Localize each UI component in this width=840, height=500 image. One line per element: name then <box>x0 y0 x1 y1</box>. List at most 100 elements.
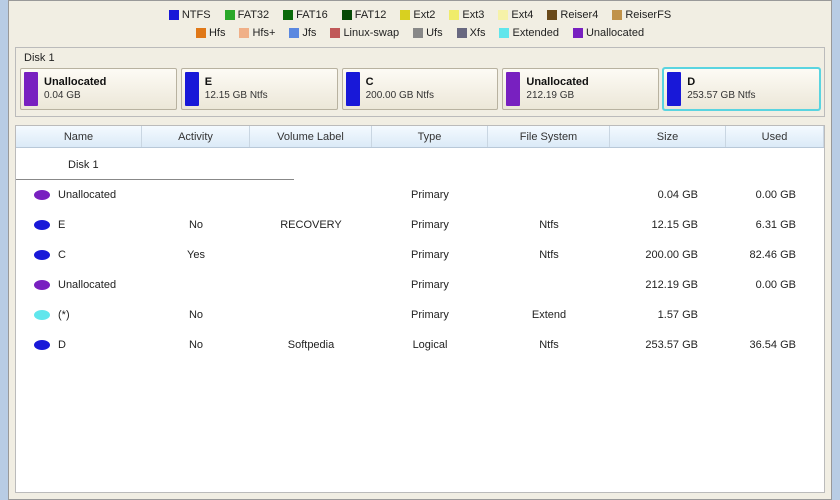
partition-title: Unallocated <box>44 76 106 89</box>
legend-swatch <box>342 10 352 20</box>
legend-item: Jfs <box>289 27 316 39</box>
table-row[interactable]: (*) No PrimaryExtend1.57 GB <box>16 300 824 330</box>
partition-card[interactable]: Unallocated0.04 GB <box>20 68 177 110</box>
legend-swatch <box>400 10 410 20</box>
disk-icon <box>34 220 50 230</box>
legend-swatch <box>225 10 235 20</box>
legend-item: Extended <box>499 27 558 39</box>
partition-color-bar <box>506 72 520 106</box>
cell-type: Primary <box>372 219 488 231</box>
legend-item: ReiserFS <box>612 9 671 21</box>
cell-used: 36.54 GB <box>726 339 824 351</box>
table-row[interactable]: CYesPrimaryNtfs200.00 GB82.46 GB <box>16 240 824 270</box>
cell-activity: No <box>142 309 250 321</box>
legend-swatch <box>239 28 249 38</box>
header-name[interactable]: Name <box>16 126 142 147</box>
legend-row-1: NTFS FAT32 FAT16 FAT12 Ext2 Ext3 Ext4 Reiser4 Re… <box>169 9 671 21</box>
disk-icon <box>34 310 50 320</box>
partition-card[interactable]: E12.15 GB Ntfs <box>181 68 338 110</box>
cell-volume-label: RECOVERY <box>250 219 372 231</box>
partition-title: Unallocated <box>526 76 588 89</box>
cell-used: 6.31 GB <box>726 219 824 231</box>
legend-label: Ext2 <box>413 9 435 21</box>
legend-item: FAT32 <box>225 9 270 21</box>
partition-card[interactable]: C200.00 GB Ntfs <box>342 68 499 110</box>
app-frame: NTFS FAT32 FAT16 FAT12 Ext2 Ext3 Ext4 Reiser4 Re… <box>8 0 832 500</box>
cell-activity: Yes <box>142 249 250 261</box>
cell-name: Unallocated <box>58 279 116 291</box>
header-size[interactable]: Size <box>610 126 726 147</box>
header-file-system[interactable]: File System <box>488 126 610 147</box>
cell-size: 200.00 GB <box>610 249 726 261</box>
header-type[interactable]: Type <box>372 126 488 147</box>
legend-label: Hfs+ <box>252 27 275 39</box>
legend-label: FAT16 <box>296 9 328 21</box>
legend-swatch <box>499 28 509 38</box>
cell-size: 253.57 GB <box>610 339 726 351</box>
legend-item: Ext2 <box>400 9 435 21</box>
table-header: Name Activity Volume Label Type File Sys… <box>16 126 824 148</box>
cell-activity: No <box>142 219 250 231</box>
table-group-row[interactable]: Disk 1 <box>16 150 294 180</box>
legend-item: Reiser4 <box>547 9 598 21</box>
legend-swatch <box>289 28 299 38</box>
cell-size: 1.57 GB <box>610 309 726 321</box>
partition-row: Unallocated0.04 GBE12.15 GB NtfsC200.00 … <box>20 68 820 110</box>
legend-label: NTFS <box>182 9 211 21</box>
disk-panel: Disk 1 Unallocated0.04 GBE12.15 GB NtfsC… <box>15 47 825 117</box>
header-volume-label[interactable]: Volume Label <box>250 126 372 147</box>
partition-title: E <box>205 76 268 89</box>
legend-item: Ufs <box>413 27 443 39</box>
cell-used: 82.46 GB <box>726 249 824 261</box>
partition-sub: 0.04 GB <box>44 90 106 102</box>
cell-type: Primary <box>372 279 488 291</box>
cell-name: (*) <box>58 309 70 321</box>
partition-color-bar <box>667 72 681 106</box>
cell-volume-label: Softpedia <box>250 339 372 351</box>
table-row[interactable]: DNoSoftpediaLogicalNtfs253.57 GB36.54 GB <box>16 330 824 360</box>
cell-type: Primary <box>372 309 488 321</box>
legend-item: FAT12 <box>342 9 387 21</box>
legend-label: Reiser4 <box>560 9 598 21</box>
partition-title: C <box>366 76 434 89</box>
legend-swatch <box>283 10 293 20</box>
cell-name: E <box>58 219 65 231</box>
partition-text: Unallocated212.19 GB <box>526 72 588 106</box>
legend-item: Linux-swap <box>330 27 399 39</box>
cell-file-system: Extend <box>488 309 610 321</box>
legend-label: ReiserFS <box>625 9 671 21</box>
cell-name: Unallocated <box>58 189 116 201</box>
cell-used: 0.00 GB <box>726 189 824 201</box>
cell-size: 12.15 GB <box>610 219 726 231</box>
filesystem-legend: NTFS FAT32 FAT16 FAT12 Ext2 Ext3 Ext4 Reiser4 Re… <box>9 1 831 45</box>
cell-used: 0.00 GB <box>726 279 824 291</box>
legend-item: Hfs+ <box>239 27 275 39</box>
table-row[interactable]: ENoRECOVERYPrimaryNtfs12.15 GB6.31 GB <box>16 210 824 240</box>
legend-swatch <box>612 10 622 20</box>
partition-sub: 212.19 GB <box>526 90 588 102</box>
disk-icon <box>34 250 50 260</box>
legend-label: Jfs <box>302 27 316 39</box>
legend-row-2: Hfs Hfs+ Jfs Linux-swap Ufs Xfs Extended Unallo… <box>196 27 644 39</box>
cell-type: Logical <box>372 339 488 351</box>
partition-sub: 12.15 GB Ntfs <box>205 90 268 102</box>
partition-title: D <box>687 76 755 89</box>
disk-icon <box>34 340 50 350</box>
partition-card[interactable]: Unallocated212.19 GB <box>502 68 659 110</box>
legend-label: Ext3 <box>462 9 484 21</box>
legend-item: Xfs <box>457 27 486 39</box>
legend-label: Extended <box>512 27 558 39</box>
header-used[interactable]: Used <box>726 126 824 147</box>
legend-swatch <box>413 28 423 38</box>
table-row[interactable]: Unallocated Primary 212.19 GB0.00 GB <box>16 270 824 300</box>
table-row[interactable]: UnallocatedPrimary0.04 GB0.00 GB <box>16 180 824 210</box>
table-group-label: Disk 1 <box>16 159 142 171</box>
legend-label: Ext4 <box>511 9 533 21</box>
partition-text: D253.57 GB Ntfs <box>687 72 755 106</box>
header-activity[interactable]: Activity <box>142 126 250 147</box>
legend-label: Unallocated <box>586 27 644 39</box>
partition-card[interactable]: D253.57 GB Ntfs <box>663 68 820 110</box>
partition-color-bar <box>185 72 199 106</box>
legend-item: Hfs <box>196 27 226 39</box>
cell-size: 212.19 GB <box>610 279 726 291</box>
